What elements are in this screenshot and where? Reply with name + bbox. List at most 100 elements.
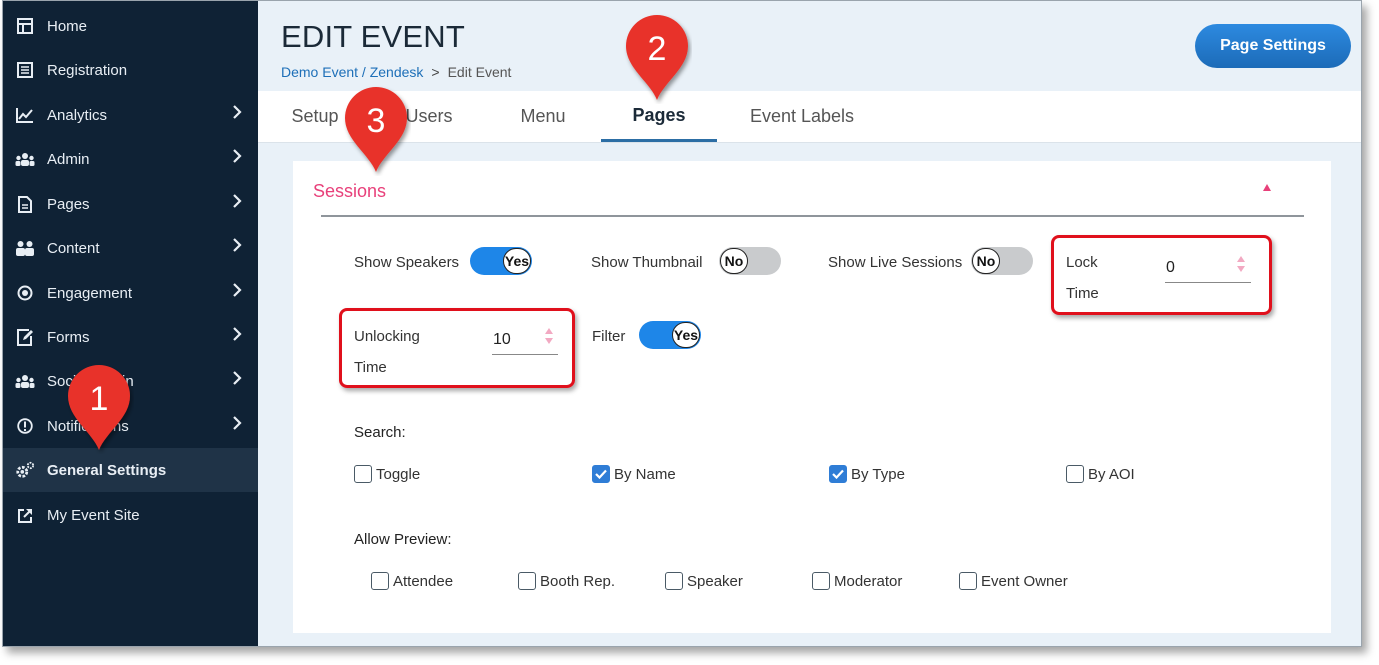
- sessions-card: [293, 161, 1331, 633]
- step-marker-3: 3: [345, 87, 407, 172]
- tab-bar: Setup Users Menu Pages Event Labels: [258, 91, 1361, 143]
- checkbox-box: [371, 572, 389, 590]
- allow-preview-heading: Allow Preview:: [354, 531, 452, 548]
- step-marker-1: 1: [68, 365, 130, 450]
- document-icon: [15, 194, 35, 214]
- show-live-sessions-label: Show Live Sessions: [828, 254, 963, 271]
- preview-speaker-checkbox[interactable]: Speaker: [665, 572, 743, 590]
- sidebar-item-label: Forms: [47, 328, 90, 346]
- checkbox-label: Moderator: [834, 572, 903, 590]
- unlocking-time-highlight: [339, 308, 575, 388]
- sidebar-item-label: Engagement: [47, 284, 133, 302]
- main-content: EDIT EVENT Demo Event / Zendesk > Edit Eve…: [258, 1, 1361, 646]
- preview-event-owner-checkbox[interactable]: Event Owner: [959, 572, 1068, 590]
- users-icon: [15, 371, 35, 391]
- alert-icon: [15, 416, 35, 436]
- checkbox-box: [665, 572, 683, 590]
- sidebar-item-general-settings[interactable]: General Settings: [3, 448, 258, 492]
- step-marker-2: 2: [626, 15, 688, 101]
- preview-booth-rep-checkbox[interactable]: Booth Rep.: [518, 572, 615, 590]
- breadcrumb-separator: >: [431, 64, 440, 80]
- sidebar-item-label: Content: [47, 239, 100, 257]
- search-by-aoi-checkbox[interactable]: By AOI: [1066, 465, 1135, 483]
- checkbox-label: By Type: [851, 465, 905, 483]
- target-icon: [15, 283, 35, 303]
- toggle-knob: Yes: [672, 322, 700, 348]
- sidebar-item-label: My Event Site: [47, 506, 140, 524]
- chevron-right-icon: [233, 238, 242, 252]
- sidebar-item-label: Pages: [47, 195, 90, 213]
- checkbox-label: Booth Rep.: [540, 572, 616, 590]
- chevron-right-icon: [233, 194, 242, 208]
- checkmark-icon: [829, 465, 847, 483]
- chart-icon: [15, 105, 35, 125]
- chevron-right-icon: [233, 105, 242, 119]
- checkbox-box: [354, 465, 372, 483]
- sidebar: Home Registration Analytics Admin Pages …: [3, 1, 258, 646]
- toggle-knob: Yes: [503, 248, 531, 274]
- sidebar-item-pages[interactable]: Pages: [3, 182, 258, 226]
- sidebar-item-label: Admin: [47, 150, 90, 168]
- toggle-knob: No: [720, 248, 748, 274]
- marker-label: 3: [367, 102, 386, 140]
- marker-label: 2: [648, 30, 667, 68]
- sidebar-item-engagement[interactable]: Engagement: [3, 271, 258, 315]
- filter-label: Filter: [592, 328, 626, 345]
- show-speakers-toggle[interactable]: Yes: [470, 247, 532, 275]
- checkbox-box: [812, 572, 830, 590]
- sidebar-item-home[interactable]: Home: [3, 4, 258, 48]
- sidebar-item-label: Registration: [47, 61, 128, 79]
- checkbox-label: Toggle: [376, 465, 421, 483]
- checkbox-label: By AOI: [1088, 465, 1135, 483]
- edit-icon: [15, 327, 35, 347]
- tab-menu[interactable]: Menu: [511, 91, 575, 142]
- sidebar-item-registration[interactable]: Registration: [3, 48, 258, 92]
- search-by-name-checkbox[interactable]: By Name: [592, 465, 676, 483]
- chevron-right-icon: [233, 283, 242, 297]
- preview-attendee-checkbox[interactable]: Attendee: [371, 572, 453, 590]
- gears-icon: [15, 460, 35, 480]
- marker-label: 1: [90, 380, 109, 418]
- checkbox-box: [1066, 465, 1084, 483]
- checkbox-box: [518, 572, 536, 590]
- list-icon: [15, 60, 35, 80]
- tab-setup[interactable]: Setup: [285, 91, 345, 142]
- sidebar-item-admin[interactable]: Admin: [3, 137, 258, 181]
- page-settings-button[interactable]: Page Settings: [1195, 24, 1351, 68]
- checkbox-label: By Name: [614, 465, 676, 483]
- breadcrumb-link[interactable]: Demo Event / Zendesk: [281, 64, 423, 80]
- chevron-right-icon: [233, 149, 242, 163]
- toggle-knob: No: [972, 248, 1000, 274]
- table-icon: [15, 16, 35, 36]
- checkmark-icon: [592, 465, 610, 483]
- breadcrumb-current: Edit Event: [447, 64, 512, 80]
- preview-moderator-checkbox[interactable]: Moderator: [812, 572, 902, 590]
- chevron-right-icon: [233, 327, 242, 341]
- sidebar-item-content[interactable]: Content: [3, 226, 258, 270]
- sidebar-item-analytics[interactable]: Analytics: [3, 93, 258, 137]
- people-icon: [15, 238, 35, 258]
- show-live-sessions-toggle[interactable]: No: [971, 247, 1033, 275]
- search-toggle-checkbox[interactable]: Toggle: [354, 465, 420, 483]
- section-title[interactable]: Sessions: [313, 181, 386, 202]
- page-title: EDIT EVENT: [281, 19, 466, 54]
- filter-toggle[interactable]: Yes: [639, 321, 701, 349]
- search-heading: Search:: [354, 424, 406, 441]
- show-thumbnail-toggle[interactable]: No: [719, 247, 781, 275]
- checkbox-label: Event Owner: [981, 572, 1068, 590]
- sidebar-item-label: Home: [47, 17, 88, 35]
- sidebar-item-forms[interactable]: Forms: [3, 315, 258, 359]
- search-by-type-checkbox[interactable]: By Type: [829, 465, 905, 483]
- section-divider: [321, 215, 1304, 217]
- sidebar-item-my-event-site[interactable]: My Event Site: [3, 493, 258, 537]
- checkbox-label: Speaker: [687, 572, 743, 590]
- sidebar-item-label: General Settings: [47, 461, 167, 479]
- tab-event-labels[interactable]: Event Labels: [743, 91, 861, 142]
- external-link-icon: [15, 505, 35, 525]
- lock-time-highlight: [1051, 235, 1272, 315]
- checkbox-box: [959, 572, 977, 590]
- checkbox-label: Attendee: [393, 572, 454, 590]
- collapse-caret-icon[interactable]: [1263, 184, 1271, 191]
- chevron-right-icon: [233, 416, 242, 430]
- show-thumbnail-label: Show Thumbnail: [591, 254, 703, 271]
